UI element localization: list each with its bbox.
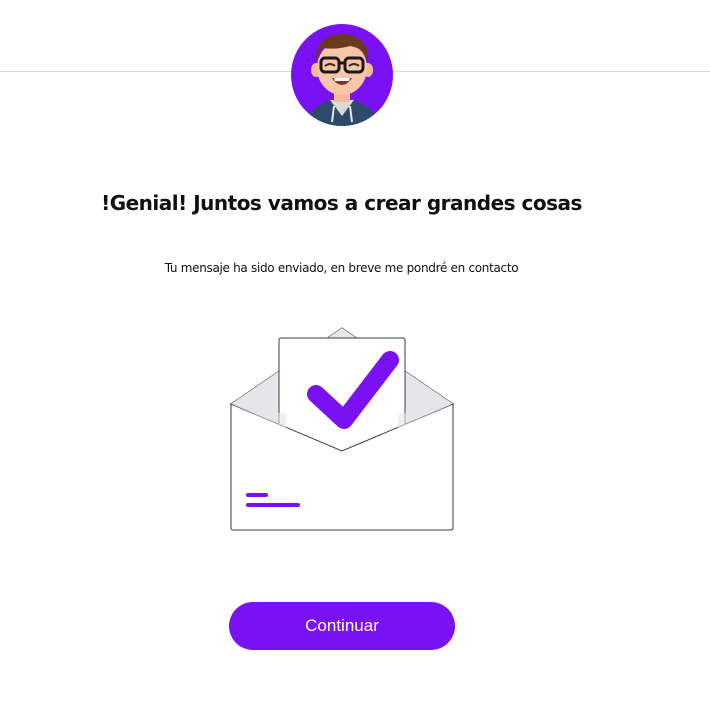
page-title: !Genial! Juntos vamos a crear grandes co… <box>101 191 582 215</box>
page: !Genial! Juntos vamos a crear grandes co… <box>0 0 710 715</box>
continue-button[interactable]: Continuar <box>229 602 455 650</box>
cartoon-avatar-icon <box>291 24 393 126</box>
avatar <box>290 20 394 130</box>
illustration <box>226 324 458 534</box>
envelope-checkmark-icon <box>229 327 455 531</box>
confirmation-message: Tu mensaje ha sido enviado, en breve me … <box>164 261 519 275</box>
